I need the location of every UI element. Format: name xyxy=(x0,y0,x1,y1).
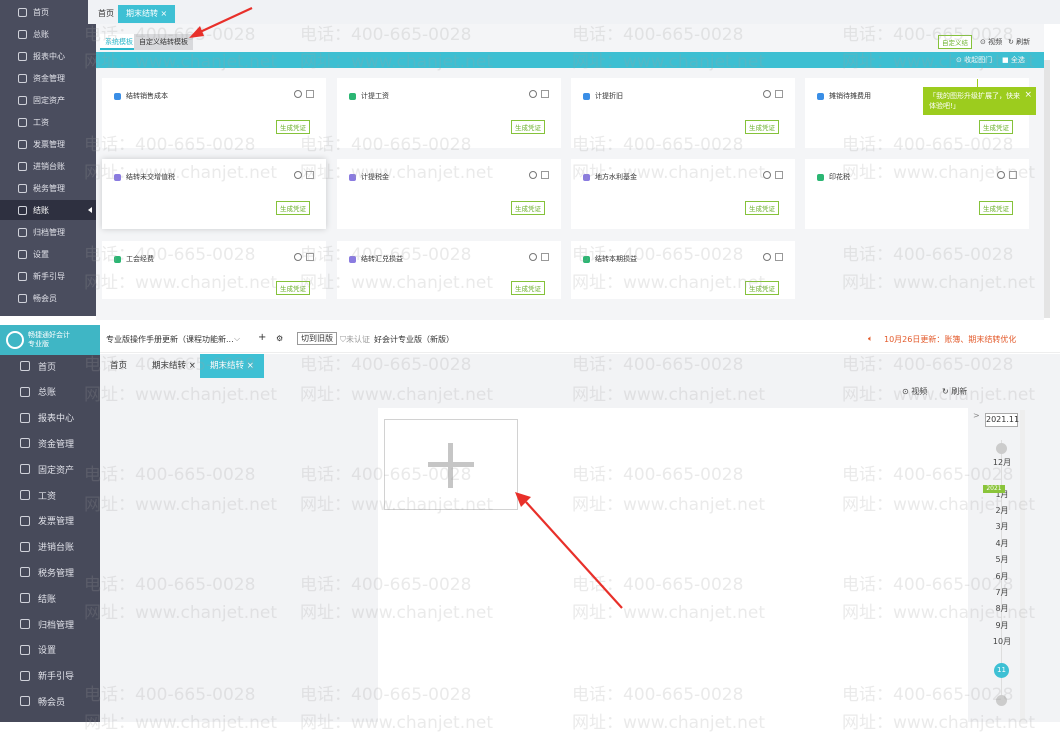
annotation-arrows xyxy=(189,7,623,609)
